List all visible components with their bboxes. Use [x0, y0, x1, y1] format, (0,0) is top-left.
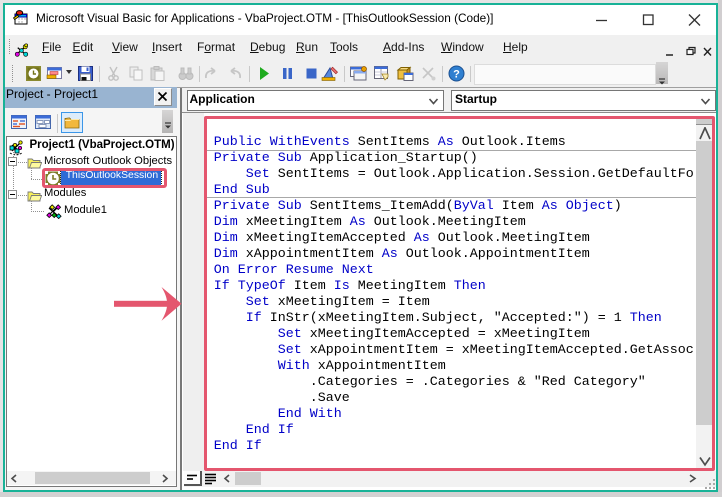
svg-text:?: ? — [453, 68, 460, 80]
